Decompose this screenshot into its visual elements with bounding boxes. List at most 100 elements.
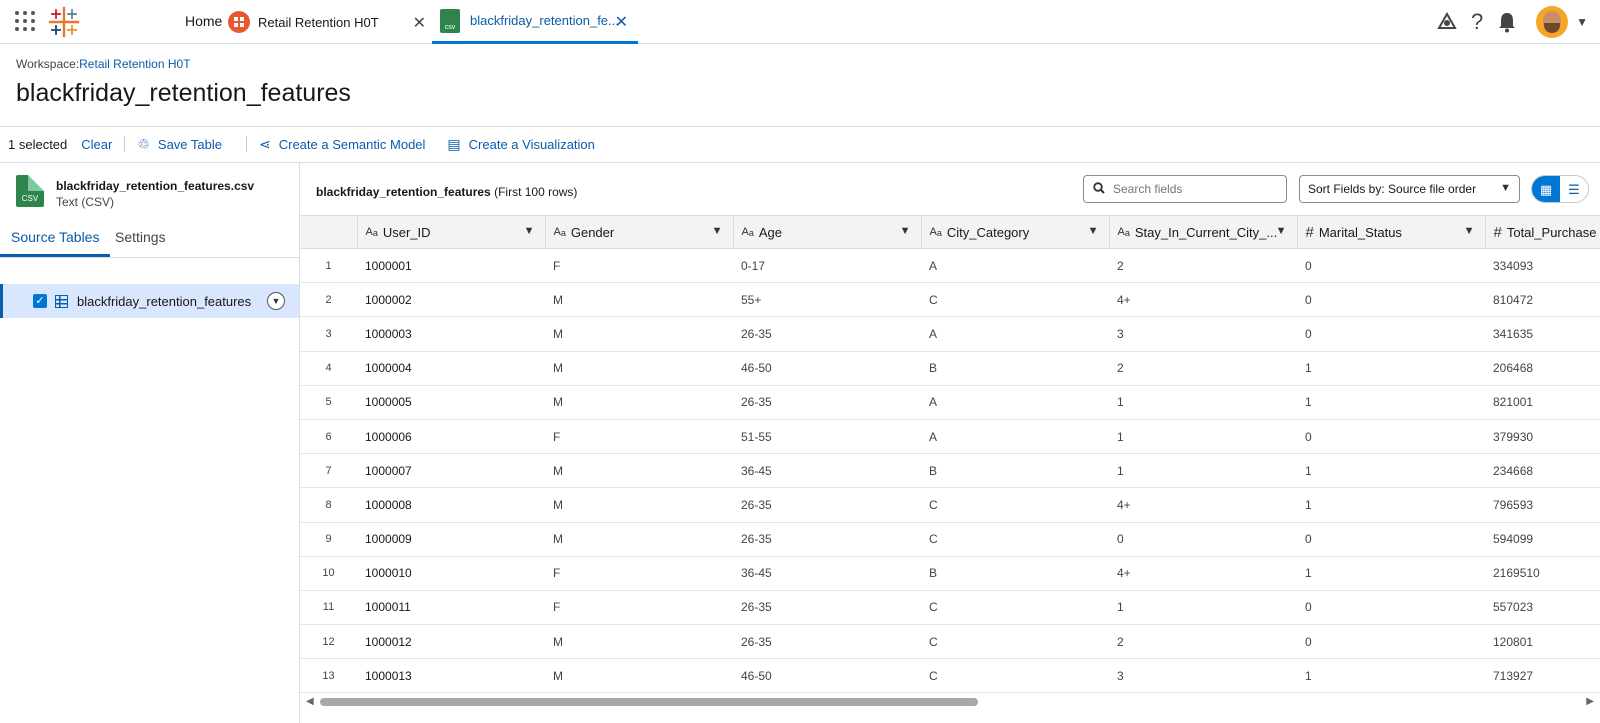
table-cell: M bbox=[545, 453, 733, 489]
chevron-down-icon[interactable]: ▼ bbox=[1576, 15, 1588, 29]
save-table-button[interactable]: ♲ Save Table bbox=[137, 136, 222, 153]
notifications-bell-icon[interactable] bbox=[1492, 7, 1522, 37]
row-number: 12 bbox=[300, 624, 357, 660]
workspace-link[interactable]: Retail Retention H0T bbox=[79, 57, 190, 71]
row-number: 3 bbox=[300, 316, 357, 352]
create-visualization-label: Create a Visualization bbox=[468, 136, 595, 152]
table-cell: 594099 bbox=[1485, 522, 1600, 557]
table-cell: 1 bbox=[1109, 385, 1297, 420]
source-table-item[interactable]: ✓ blackfriday_retention_features ▼ bbox=[0, 284, 299, 318]
table-cell: C bbox=[921, 624, 1109, 660]
table-cell: 2 bbox=[1109, 351, 1297, 386]
chevron-down-icon: ▼ bbox=[1500, 182, 1511, 194]
row-number: 8 bbox=[300, 487, 357, 523]
csv-file-icon: CSV bbox=[16, 175, 44, 207]
chevron-down-icon[interactable]: ▼ bbox=[712, 225, 723, 237]
table-cell: M bbox=[545, 282, 733, 318]
table-cell: M bbox=[545, 624, 733, 660]
column-header[interactable]: Aa Gender ▼ bbox=[544, 215, 733, 249]
table-cell: M bbox=[545, 522, 733, 557]
create-semantic-model-button[interactable]: ⋖ Create a Semantic Model bbox=[259, 136, 425, 153]
chevron-down-icon[interactable]: ▼ bbox=[524, 225, 535, 237]
sort-fields-select[interactable]: Sort Fields by: Source file order ▼ bbox=[1299, 175, 1520, 203]
workspace-prefix: Workspace: bbox=[16, 57, 80, 71]
table-cell: 1000012 bbox=[357, 624, 545, 660]
row-number: 13 bbox=[300, 658, 357, 694]
row-number: 4 bbox=[300, 351, 357, 386]
tab-retail-retention[interactable]: Retail Retention H0T ✕ bbox=[228, 0, 432, 44]
column-label: User_ID bbox=[382, 224, 431, 240]
clear-button[interactable]: Clear bbox=[81, 137, 112, 152]
table-cell: C bbox=[921, 590, 1109, 626]
column-header[interactable]: Aa User_ID ▼ bbox=[356, 215, 545, 249]
chevron-down-icon[interactable]: ▼ bbox=[267, 292, 285, 310]
table-cell: 2 bbox=[1109, 248, 1297, 284]
column-header[interactable]: # Marital_Status ▼ bbox=[1296, 215, 1485, 249]
table-cell: 0 bbox=[1297, 248, 1485, 284]
table-cell: 341635 bbox=[1485, 316, 1600, 352]
row-number-header bbox=[300, 215, 357, 249]
data-grid: Aa User_ID ▼ Aa Gender ▼ Aa Age ▼ Aa City_Categ… bbox=[300, 215, 1600, 695]
search-input[interactable] bbox=[1113, 182, 1273, 196]
recycle-icon: ♲ bbox=[137, 135, 150, 152]
horizontal-scrollbar[interactable]: ◀ ▶ bbox=[300, 694, 1600, 710]
create-visualization-button[interactable]: ▤ Create a Visualization bbox=[447, 136, 594, 153]
table-cell: 26-35 bbox=[733, 385, 921, 420]
chevron-down-icon[interactable]: ▼ bbox=[1276, 225, 1287, 237]
table-row: 1 1000001 F 0-17 A 2 0 334093 bbox=[300, 248, 1600, 284]
table-checkbox[interactable]: ✓ bbox=[33, 294, 47, 308]
table-cell: M bbox=[545, 316, 733, 352]
agent-icon[interactable] bbox=[1432, 7, 1462, 37]
table-cell: 1000013 bbox=[357, 658, 545, 694]
list-view-icon[interactable]: ☰ bbox=[1560, 176, 1588, 202]
row-number: 5 bbox=[300, 385, 357, 420]
divider bbox=[246, 136, 247, 152]
table-cell: 3 bbox=[1109, 316, 1297, 352]
table-cell: M bbox=[545, 487, 733, 523]
table-row: 12 1000012 M 26-35 C 2 0 120801 bbox=[300, 624, 1600, 660]
row-number: 7 bbox=[300, 453, 357, 489]
tableau-logo-icon[interactable] bbox=[48, 6, 80, 38]
table-cell: 1000004 bbox=[357, 351, 545, 386]
column-header[interactable]: Aa Stay_In_Current_City_... ▼ bbox=[1108, 215, 1297, 249]
tab-label: blackfriday_retention_fe... bbox=[470, 13, 619, 28]
file-name: blackfriday_retention_features.csv bbox=[56, 179, 255, 193]
table-cell: A bbox=[921, 248, 1109, 284]
help-icon[interactable]: ? bbox=[1462, 7, 1492, 37]
table-cell: 1000011 bbox=[357, 590, 545, 626]
chevron-down-icon[interactable]: ▼ bbox=[900, 225, 911, 237]
header-row: Aa User_ID ▼ Aa Gender ▼ Aa Age ▼ Aa City_Categ… bbox=[300, 215, 1600, 249]
tab-settings[interactable]: Settings bbox=[115, 229, 166, 257]
close-icon[interactable]: ✕ bbox=[615, 12, 628, 32]
scrollbar-thumb[interactable] bbox=[320, 698, 978, 706]
grid-view-icon[interactable]: ▦ bbox=[1532, 176, 1560, 202]
table-cell: 379930 bbox=[1485, 419, 1600, 455]
search-fields[interactable] bbox=[1083, 175, 1287, 203]
text-type-icon: Aa bbox=[1117, 226, 1130, 238]
table-cell: C bbox=[921, 282, 1109, 318]
source-table-label: blackfriday_retention_features bbox=[77, 293, 252, 309]
preview-table-name: blackfriday_retention_features bbox=[316, 185, 491, 199]
table-row: 3 1000003 M 26-35 A 3 0 341635 bbox=[300, 316, 1600, 352]
left-panel: CSV blackfriday_retention_features.csv T… bbox=[0, 162, 300, 723]
app-launcher-icon[interactable] bbox=[15, 11, 35, 31]
table-cell: 796593 bbox=[1485, 487, 1600, 523]
table-cell: 1 bbox=[1109, 453, 1297, 489]
column-header[interactable]: Aa City_Category ▼ bbox=[920, 215, 1109, 249]
home-tab[interactable]: Home bbox=[185, 13, 222, 29]
table-row: 6 1000006 F 51-55 A 1 0 379930 bbox=[300, 419, 1600, 455]
chevron-down-icon[interactable]: ▼ bbox=[1088, 225, 1099, 237]
close-icon[interactable]: ✕ bbox=[413, 13, 426, 33]
chevron-down-icon[interactable]: ▼ bbox=[1464, 225, 1475, 237]
user-avatar[interactable] bbox=[1536, 6, 1569, 38]
column-header[interactable]: Aa Age ▼ bbox=[732, 215, 921, 249]
search-icon bbox=[1093, 181, 1105, 197]
action-bar: 1 selected Clear ♲ Save Table ⋖ Create a… bbox=[0, 127, 1600, 161]
tab-source-tables[interactable]: Source Tables bbox=[0, 229, 111, 257]
scroll-left-icon[interactable]: ◀ bbox=[306, 696, 314, 707]
scroll-right-icon[interactable]: ▶ bbox=[1586, 696, 1594, 707]
column-header[interactable]: # Total_Purchase bbox=[1484, 215, 1600, 249]
tab-label: Retail Retention H0T bbox=[258, 14, 379, 30]
tab-blackfriday-retention-features[interactable]: csv blackfriday_retention_fe... ✕ bbox=[432, 0, 638, 44]
table-cell: 1 bbox=[1297, 453, 1485, 489]
